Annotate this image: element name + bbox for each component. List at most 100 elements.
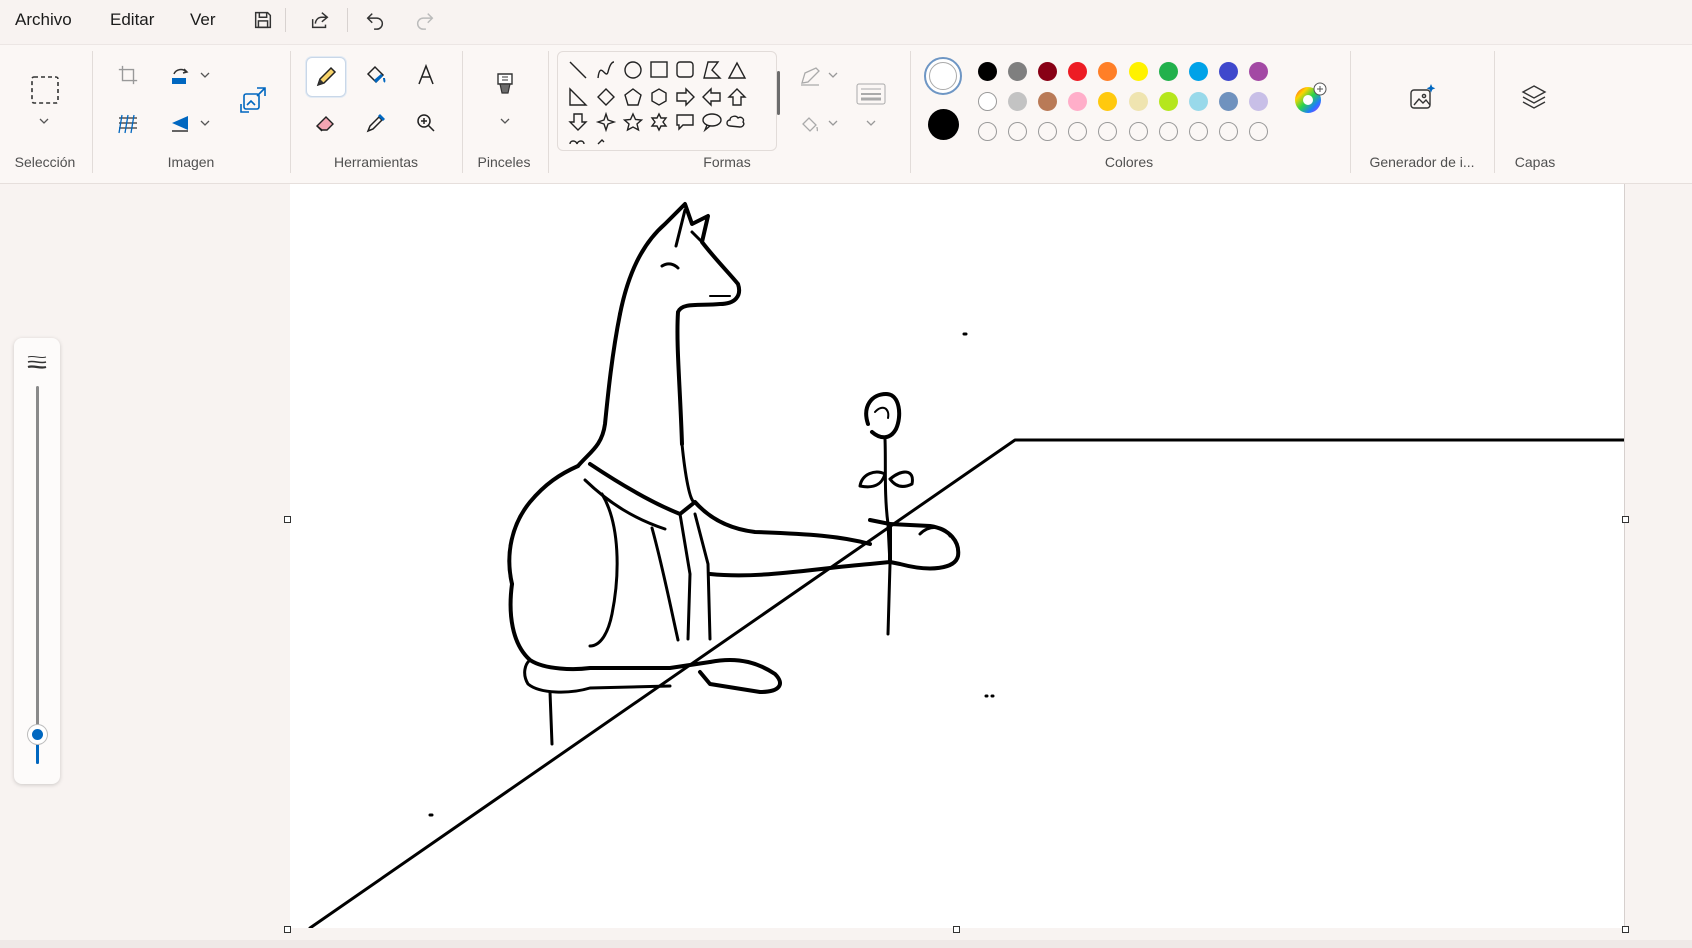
right-arrow-icon xyxy=(676,87,695,107)
menu-archivo[interactable]: Archivo xyxy=(15,10,72,30)
color-swatch[interactable] xyxy=(1218,92,1238,111)
undo-icon[interactable] xyxy=(361,6,389,34)
group-label-selection: Selección xyxy=(14,154,76,170)
color-picker-icon[interactable] xyxy=(362,109,390,137)
color-swatch[interactable] xyxy=(1038,62,1058,81)
ribbon: Selección Imagen Herramientas Pinceles F… xyxy=(0,44,1692,184)
chevron-down-icon[interactable] xyxy=(826,117,840,129)
color-swatch[interactable] xyxy=(1068,92,1088,111)
brush-icon[interactable] xyxy=(490,69,520,103)
group-divider xyxy=(92,51,93,173)
selection-rectangle-icon[interactable] xyxy=(26,71,64,109)
status-bar xyxy=(0,940,1692,948)
eraser-icon[interactable] xyxy=(312,109,340,137)
resize-handle-right[interactable] xyxy=(1622,516,1629,523)
color-swatch[interactable] xyxy=(1158,92,1178,111)
custom-color-slot[interactable] xyxy=(1248,122,1268,141)
custom-color-slot[interactable] xyxy=(1098,122,1118,141)
text-icon[interactable] xyxy=(412,61,440,89)
group-label-colors: Colores xyxy=(1104,154,1154,170)
edit-colors-icon[interactable] xyxy=(1292,81,1328,117)
group-divider xyxy=(290,51,291,173)
toolbar-divider xyxy=(347,8,348,32)
five-point-star-icon xyxy=(622,112,644,132)
polygon-icon xyxy=(703,61,722,79)
color-swatch[interactable] xyxy=(1248,92,1268,111)
color-swatch[interactable] xyxy=(978,92,997,111)
color-swatch[interactable] xyxy=(1218,62,1238,81)
custom-color-slot[interactable] xyxy=(978,122,997,141)
group-divider xyxy=(1494,51,1495,173)
resize-handle-left[interactable] xyxy=(284,516,291,523)
color-swatch[interactable] xyxy=(1038,92,1058,111)
custom-color-slot[interactable] xyxy=(1008,122,1028,141)
color-swatch[interactable] xyxy=(1068,62,1088,81)
group-divider xyxy=(548,51,549,173)
stroke-size-icon xyxy=(26,354,48,370)
resize-handle-bottom[interactable] xyxy=(953,926,960,933)
curve-icon xyxy=(597,61,615,79)
fill-bucket-icon[interactable] xyxy=(362,61,390,89)
color-swatch[interactable] xyxy=(1158,62,1178,81)
color-swatch[interactable] xyxy=(1248,62,1268,81)
lightning-icon xyxy=(597,139,605,145)
save-icon[interactable] xyxy=(249,6,277,34)
chevron-down-icon[interactable] xyxy=(497,115,513,127)
menu-ver[interactable]: Ver xyxy=(190,10,216,30)
group-label-shapes: Formas xyxy=(703,154,751,170)
shape-outline-icon[interactable] xyxy=(796,63,824,89)
stroke-size-icon[interactable] xyxy=(854,81,888,107)
chevron-down-icon[interactable] xyxy=(198,69,212,81)
color-swatch[interactable] xyxy=(1128,62,1148,81)
resize-icon[interactable] xyxy=(166,61,194,89)
brush-size-panel xyxy=(14,338,60,784)
color-swatch[interactable] xyxy=(978,62,997,81)
chevron-down-icon[interactable] xyxy=(826,69,840,81)
group-label-tools: Herramientas xyxy=(333,154,419,170)
shape-fill-icon[interactable] xyxy=(796,111,824,137)
pencil-icon[interactable] xyxy=(306,57,346,97)
chevron-down-icon[interactable] xyxy=(36,115,52,127)
custom-color-slot[interactable] xyxy=(1188,122,1208,141)
flip-icon[interactable] xyxy=(166,109,194,137)
resize-handle-bottom-left[interactable] xyxy=(284,926,291,933)
custom-color-slot[interactable] xyxy=(1218,122,1238,141)
secondary-color-button[interactable] xyxy=(924,57,962,95)
brush-size-slider-track[interactable] xyxy=(36,386,39,764)
color-swatch[interactable] xyxy=(1008,92,1028,111)
brush-size-slider-thumb[interactable] xyxy=(28,724,47,744)
image-generator-icon[interactable] xyxy=(1406,81,1438,113)
chevron-down-icon[interactable] xyxy=(864,117,878,129)
resize-handle-bottom-right[interactable] xyxy=(1622,926,1629,933)
custom-color-slot[interactable] xyxy=(1038,122,1058,141)
shapes-scrollbar[interactable] xyxy=(777,71,780,115)
group-divider xyxy=(910,51,911,173)
crop-icon[interactable] xyxy=(114,61,142,89)
share-icon[interactable] xyxy=(306,6,334,34)
group-divider xyxy=(462,51,463,173)
chevron-down-icon[interactable] xyxy=(198,117,212,129)
llama-drawing xyxy=(308,202,1626,930)
color-swatch[interactable] xyxy=(1098,92,1118,111)
custom-color-slot[interactable] xyxy=(1128,122,1148,141)
remove-background-icon[interactable] xyxy=(114,109,142,137)
color-swatch[interactable] xyxy=(1098,62,1118,81)
custom-color-slot[interactable] xyxy=(1068,122,1088,141)
heart-icon xyxy=(569,140,585,145)
custom-color-slot[interactable] xyxy=(1158,122,1178,141)
cloud-callout-icon xyxy=(726,115,745,128)
layers-icon[interactable] xyxy=(1518,81,1550,113)
shapes-gallery xyxy=(557,51,777,151)
color-swatch[interactable] xyxy=(1188,62,1208,81)
primary-color-button[interactable] xyxy=(928,109,959,140)
magnifier-icon[interactable] xyxy=(412,109,440,137)
menu-bar: Archivo Editar Ver xyxy=(0,0,1692,40)
redo-icon[interactable] xyxy=(411,6,439,34)
color-swatch[interactable] xyxy=(1008,62,1028,81)
color-swatch[interactable] xyxy=(1188,92,1208,111)
image-resize-icon[interactable] xyxy=(236,83,270,117)
color-swatch[interactable] xyxy=(1128,92,1148,111)
group-label-brushes: Pinceles xyxy=(477,154,531,170)
menu-editar[interactable]: Editar xyxy=(110,10,154,30)
drawing-canvas[interactable] xyxy=(290,184,1626,930)
